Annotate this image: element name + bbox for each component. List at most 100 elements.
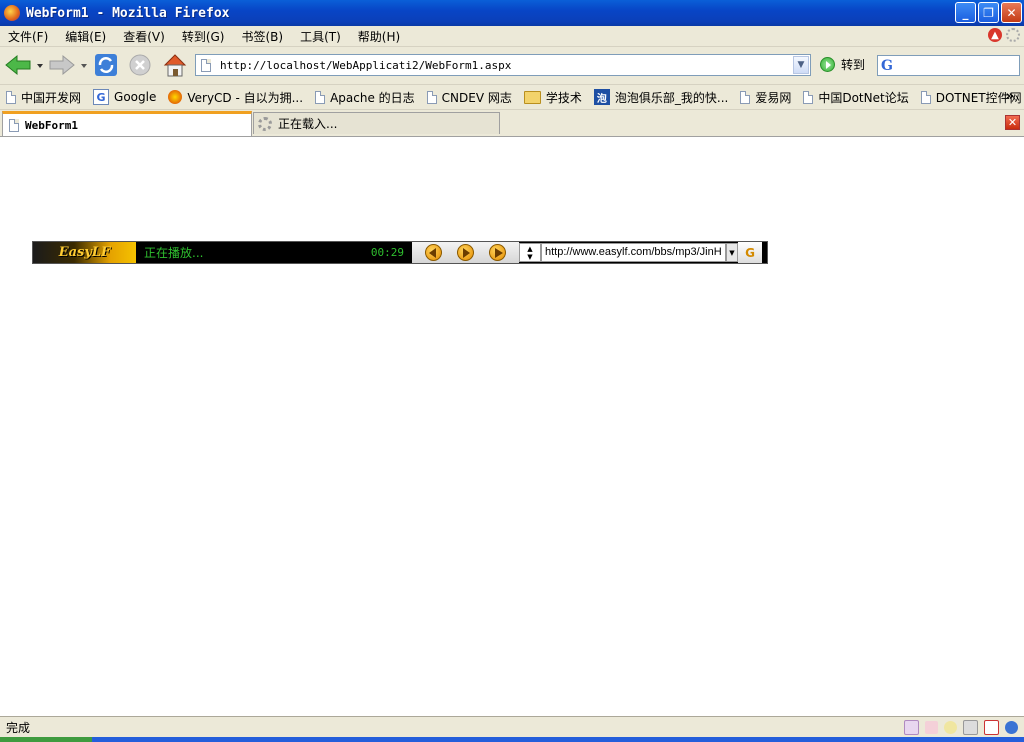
search-input[interactable]: G xyxy=(877,55,1020,76)
bookmark-label: 泡泡俱乐部_我的快... xyxy=(614,90,729,105)
player-time: 00:29 xyxy=(370,246,404,259)
bookmark-item[interactable]: 泡 泡泡俱乐部_我的快... xyxy=(593,89,729,106)
bookmark-label: CNDEV 网志 xyxy=(441,90,512,105)
page-icon xyxy=(803,90,814,104)
bookmark-folder[interactable]: 学技术 xyxy=(523,89,582,106)
keyboard-icon[interactable] xyxy=(963,720,978,735)
close-icon: ✕ xyxy=(1007,116,1018,129)
verycd-icon xyxy=(168,90,183,104)
go-label: 转到 xyxy=(841,58,866,72)
stop-icon xyxy=(129,54,151,76)
bookmark-item[interactable]: G Google xyxy=(93,89,156,105)
page-icon xyxy=(201,58,211,72)
bookmark-item[interactable]: 中国DotNet论坛 xyxy=(803,89,909,106)
back-arrow-icon xyxy=(5,54,43,76)
menu-view[interactable]: 查看(V) xyxy=(115,28,174,45)
menu-edit[interactable]: 编辑(E) xyxy=(57,28,115,45)
minimize-button[interactable]: _ xyxy=(955,2,976,23)
back-button[interactable] xyxy=(4,52,44,78)
update-alert-icon[interactable]: ▲ xyxy=(988,28,1002,42)
address-bar[interactable]: http://localhost/WebApplicati2/WebForm1.… xyxy=(195,54,811,76)
status-icons xyxy=(904,720,1018,735)
google-search-icon[interactable]: G xyxy=(881,58,893,74)
page-content: EasyLF 正在播放... 00:29 ▲ ▼ http://www.easy… xyxy=(0,137,1024,716)
player-end-logo: G xyxy=(738,242,762,263)
status-bar: 完成 xyxy=(0,716,1024,738)
reload-button[interactable] xyxy=(93,52,119,78)
bookmark-item[interactable]: VeryCD - 自以为拥... xyxy=(168,89,303,106)
bookmark-label: 学技术 xyxy=(545,90,582,105)
page-icon xyxy=(426,90,437,104)
player-status: 正在播放... xyxy=(144,246,204,260)
url-history-dropdown[interactable]: ▼ xyxy=(793,56,809,74)
next-track-button[interactable] xyxy=(456,244,474,261)
bookmark-label: Apache 的日志 xyxy=(330,90,415,105)
bookmark-label: VeryCD - 自以为拥... xyxy=(187,90,304,105)
bookmark-label: 中国DotNet论坛 xyxy=(818,90,909,105)
calendar-icon[interactable] xyxy=(984,720,999,735)
player-controls xyxy=(412,242,519,263)
forward-button[interactable] xyxy=(48,52,90,78)
window-controls: _ ❐ ✕ xyxy=(955,2,1022,23)
maximize-button[interactable]: ❐ xyxy=(978,2,999,23)
window-title: WebForm1 - Mozilla Firefox xyxy=(26,5,230,21)
go-arrow-icon xyxy=(820,57,835,72)
bookmark-label: Google xyxy=(114,90,157,104)
window-titlebar[interactable]: WebForm1 - Mozilla Firefox _ ❐ ✕ xyxy=(0,0,1024,26)
chevron-down-icon[interactable]: ▼ xyxy=(527,253,532,261)
throbber-icon xyxy=(1006,28,1020,42)
taskbar-edge xyxy=(0,737,1024,742)
google-icon: G xyxy=(93,89,110,105)
bookmark-item[interactable]: 中国开发网 xyxy=(6,89,81,106)
play-button[interactable] xyxy=(488,244,506,261)
home-icon xyxy=(163,54,187,77)
menu-bar: 文件(F) 编辑(E) 查看(V) 转到(G) 书签(B) 工具(T) 帮助(H… xyxy=(0,26,1024,47)
stop-button[interactable] xyxy=(127,52,153,78)
status-text: 完成 xyxy=(6,721,31,735)
chevron-down-icon: ▼ xyxy=(797,60,805,70)
tab-label: 正在载入... xyxy=(278,117,338,131)
page-icon xyxy=(740,90,751,104)
menubar-right-icons: ▲ xyxy=(988,28,1020,42)
tab-webform1[interactable]: WebForm1 xyxy=(2,111,252,136)
menu-go[interactable]: 转到(G) xyxy=(174,28,234,45)
page-icon xyxy=(920,90,931,104)
menu-file[interactable]: 文件(F) xyxy=(0,28,57,45)
tab-label: WebForm1 xyxy=(25,118,78,132)
page-icon xyxy=(9,118,19,132)
url-text[interactable]: http://localhost/WebApplicati2/WebForm1.… xyxy=(220,59,511,72)
chevron-down-icon: ▼ xyxy=(729,248,735,257)
track-url-dropdown[interactable]: ▼ xyxy=(726,243,738,262)
track-url-field[interactable]: http://www.easylf.com/bbs/mp3/JinH xyxy=(541,243,726,262)
menu-help[interactable]: 帮助(H) xyxy=(350,28,409,45)
folder-icon xyxy=(523,90,541,104)
go-button[interactable]: 转到 xyxy=(820,56,865,73)
bookmark-item[interactable]: Apache 的日志 xyxy=(315,89,415,106)
bookmark-label: 爱易网 xyxy=(755,90,792,105)
moon-icon[interactable] xyxy=(944,721,957,734)
easylf-logo: EasyLF xyxy=(33,242,136,263)
bookmark-item[interactable]: 爱易网 xyxy=(740,89,791,106)
bookmarks-overflow-chevron-icon[interactable]: » xyxy=(1006,89,1014,104)
tab-bar: WebForm1 正在载入... ✕ xyxy=(0,110,1024,137)
close-tab-button[interactable]: ✕ xyxy=(1005,115,1020,130)
bookmark-item[interactable]: CNDEV 网志 xyxy=(426,89,512,106)
menu-bookmarks[interactable]: 书签(B) xyxy=(233,28,292,45)
paopao-icon: 泡 xyxy=(593,89,610,105)
bookmark-label: 中国开发网 xyxy=(21,90,82,105)
menu-tools[interactable]: 工具(T) xyxy=(292,28,350,45)
help-icon[interactable] xyxy=(1005,721,1018,734)
translate-icon[interactable] xyxy=(925,721,938,734)
close-button[interactable]: ✕ xyxy=(1001,2,1022,23)
forward-arrow-icon xyxy=(49,54,87,76)
page-icon xyxy=(6,90,16,104)
media-player: EasyLF 正在播放... 00:29 ▲ ▼ http://www.easy… xyxy=(32,241,768,264)
tab-loading[interactable]: 正在载入... xyxy=(253,112,500,134)
chevron-up-icon[interactable]: ▲ xyxy=(527,245,532,253)
home-button[interactable] xyxy=(161,52,189,78)
reload-icon xyxy=(95,54,117,76)
firefox-icon xyxy=(4,5,20,21)
volume-stepper[interactable]: ▲ ▼ xyxy=(519,243,541,262)
extension-icon[interactable] xyxy=(904,720,919,735)
previous-track-button[interactable] xyxy=(425,244,443,261)
